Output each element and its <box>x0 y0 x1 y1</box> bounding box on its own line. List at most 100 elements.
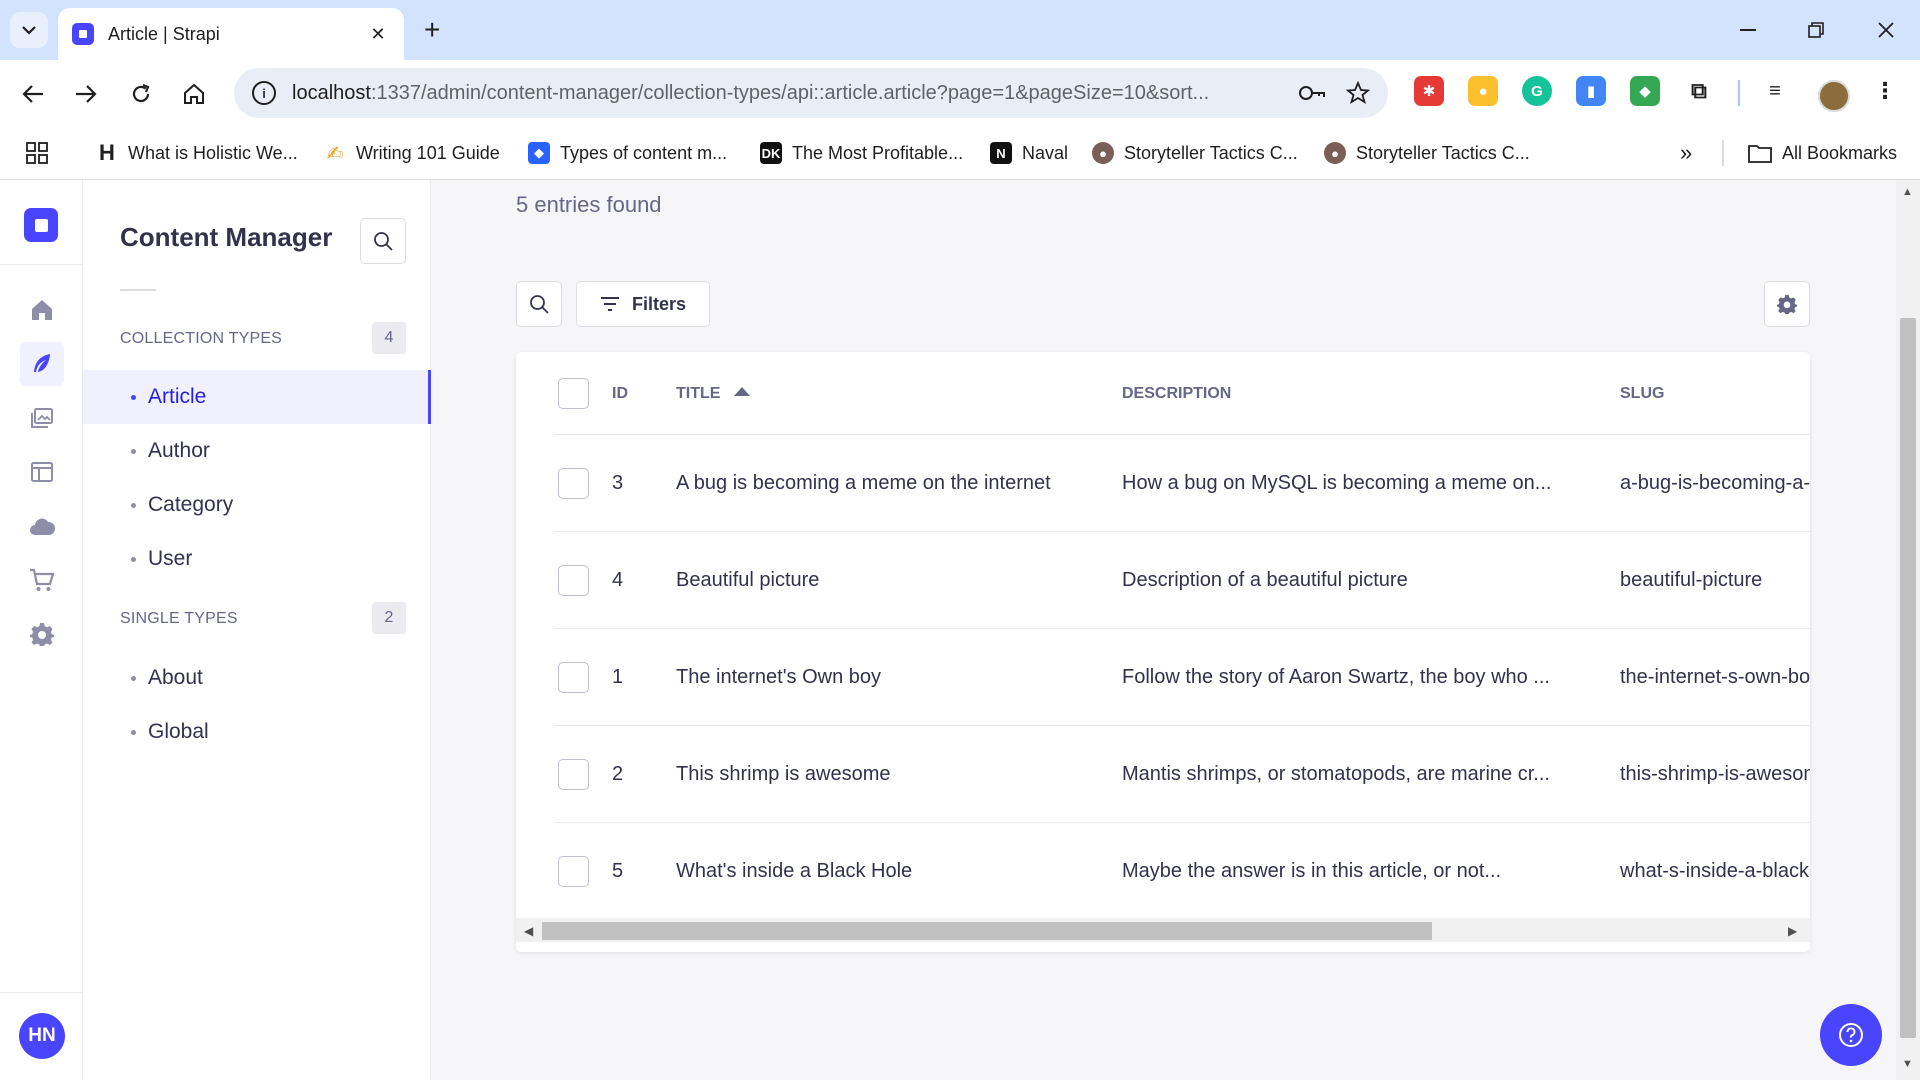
header-title[interactable]: TITLE <box>676 385 751 403</box>
extension-yellow-icon[interactable]: ● <box>1468 76 1498 106</box>
bookmarks-divider <box>1722 140 1724 166</box>
table-row[interactable]: 4 Beautiful picture Description of a bea… <box>554 532 1810 629</box>
bookmark-item[interactable]: ✍ Writing 101 Guide <box>324 140 500 166</box>
table-row[interactable]: 2 This shrimp is awesome Mantis shrimps,… <box>554 726 1810 823</box>
nav-media-library[interactable] <box>20 396 64 440</box>
page-vertical-scrollbar[interactable]: ▲ ▼ <box>1896 180 1920 1080</box>
filters-button[interactable]: Filters <box>576 281 710 327</box>
scroll-right-icon[interactable]: ▶ <box>1788 924 1797 938</box>
minimize-window-icon[interactable] <box>1728 12 1768 48</box>
browser-tab-active[interactable]: Article | Strapi ✕ <box>58 8 404 60</box>
table-row[interactable]: 5 What's inside a Black Hole Maybe the a… <box>554 823 1810 920</box>
site-info-icon[interactable]: i <box>252 81 276 105</box>
all-bookmarks-folder[interactable]: All Bookmarks <box>1748 140 1897 166</box>
nav-cloud[interactable] <box>20 504 64 548</box>
restore-window-icon[interactable] <box>1796 12 1836 48</box>
bookmark-label: Storyteller Tactics C... <box>1124 142 1298 163</box>
naval-logo-icon: N <box>990 142 1012 164</box>
bookmark-item[interactable]: H What is Holistic We... <box>96 140 298 166</box>
extensions-puzzle-icon[interactable]: ⧉ <box>1684 76 1714 106</box>
feather-icon <box>34 354 50 372</box>
row-checkbox[interactable] <box>558 565 589 596</box>
scroll-up-icon[interactable]: ▲ <box>1902 186 1913 198</box>
grammarly-icon[interactable]: G <box>1522 76 1552 106</box>
url-text[interactable]: localhost:1337/admin/content-manager/col… <box>292 82 1278 105</box>
forward-button[interactable] <box>68 76 104 112</box>
subnav-search-button[interactable] <box>360 218 406 264</box>
subnav-item-about[interactable]: About <box>83 651 431 705</box>
subnav-title: Content Manager <box>120 222 333 252</box>
back-button[interactable] <box>15 76 51 112</box>
row-checkbox[interactable] <box>558 468 589 499</box>
collection-types-label: COLLECTION TYPES <box>120 330 283 347</box>
address-bar[interactable]: i localhost:1337/admin/content-manager/c… <box>234 68 1388 118</box>
reload-button[interactable] <box>123 76 159 112</box>
home-button[interactable] <box>176 76 212 112</box>
content-site-icon: ◆ <box>528 142 550 164</box>
nav-settings[interactable] <box>20 612 64 656</box>
user-avatar[interactable]: HN <box>19 1013 65 1059</box>
bookmark-item[interactable]: ● Storyteller Tactics C... <box>1324 140 1530 166</box>
home-icon <box>184 83 204 104</box>
subnav-item-author[interactable]: Author <box>83 424 431 478</box>
nav-divider <box>0 992 83 993</box>
extension-red-icon[interactable]: ✱ <box>1414 76 1444 106</box>
row-checkbox[interactable] <box>558 759 589 790</box>
profile-avatar[interactable] <box>1818 80 1850 112</box>
cell-description: Mantis shrimps, or stomatopods, are mari… <box>1122 763 1550 785</box>
media-control-icon[interactable]: ≡ <box>1760 76 1790 106</box>
header-description[interactable]: DESCRIPTION <box>1122 385 1231 403</box>
scrollbar-thumb[interactable] <box>1900 318 1916 1038</box>
subnav-item-user[interactable]: User <box>83 532 431 586</box>
select-all-checkbox[interactable] <box>558 378 589 409</box>
cell-id: 4 <box>612 569 624 591</box>
table-horizontal-scrollbar[interactable]: ◀ ▶ <box>516 918 1810 942</box>
subnav-item-global[interactable]: Global <box>83 705 431 759</box>
scroll-left-icon[interactable]: ◀ <box>524 924 533 938</box>
subnav-item-label: Author <box>148 439 210 462</box>
extension-green-icon[interactable]: ◆ <box>1630 76 1660 106</box>
more-bookmarks-icon[interactable]: » <box>1680 140 1692 166</box>
view-settings-button[interactable] <box>1764 281 1810 327</box>
help-button[interactable] <box>1820 1004 1882 1066</box>
bookmark-item[interactable]: ◆ Types of content m... <box>528 140 727 166</box>
cell-id: 2 <box>612 763 624 785</box>
subnav-item-label: Article <box>148 385 207 408</box>
cell-id: 1 <box>612 666 624 688</box>
apps-grid-icon[interactable] <box>26 140 48 166</box>
scroll-down-icon[interactable]: ▼ <box>1902 1058 1913 1070</box>
bullet-icon <box>131 394 136 400</box>
table-row[interactable]: 1 The internet's Own boy Follow the stor… <box>554 629 1810 726</box>
row-checkbox[interactable] <box>558 662 589 693</box>
strapi-logo-icon[interactable] <box>24 208 58 242</box>
bookmark-star-icon[interactable] <box>1346 81 1370 105</box>
nav-marketplace[interactable] <box>20 558 64 602</box>
subnav-item-article[interactable]: Article <box>83 370 431 424</box>
bookmark-item[interactable]: N Naval <box>990 140 1068 166</box>
scrollbar-thumb[interactable] <box>542 922 1432 940</box>
nav-content-type-builder[interactable] <box>20 450 64 494</box>
bookmark-item[interactable]: DK The Most Profitable... <box>760 140 963 166</box>
table-search-button[interactable] <box>516 281 562 327</box>
extension-blue-icon[interactable]: ▮ <box>1576 76 1606 106</box>
strapi-app: HN Content Manager COLLECTION TYPES 4 Ar… <box>0 180 1920 1080</box>
tab-search-button[interactable] <box>10 12 48 48</box>
header-id[interactable]: ID <box>612 385 628 403</box>
sort-ascending-icon <box>734 387 751 397</box>
close-tab-icon[interactable]: ✕ <box>366 24 390 45</box>
nav-content-manager[interactable] <box>20 342 64 386</box>
bookmark-item[interactable]: ● Storyteller Tactics C... <box>1092 140 1298 166</box>
new-tab-icon[interactable]: + <box>424 14 440 46</box>
browser-menu-icon[interactable]: ⋮ <box>1870 76 1900 106</box>
row-checkbox[interactable] <box>558 856 589 887</box>
filters-label: Filters <box>631 293 687 314</box>
toolbar-divider <box>1738 80 1740 106</box>
subnav-item-label: Global <box>148 720 209 743</box>
subnav-item-category[interactable]: Category <box>83 478 431 532</box>
nav-home[interactable] <box>20 288 64 332</box>
password-key-icon[interactable] <box>1298 85 1326 101</box>
table-row[interactable]: 3 A bug is becoming a meme on the intern… <box>554 435 1810 532</box>
cell-slug: the-internet-s-own-boy <box>1620 666 1810 688</box>
header-slug[interactable]: SLUG <box>1620 385 1664 403</box>
close-window-icon[interactable] <box>1866 12 1906 48</box>
